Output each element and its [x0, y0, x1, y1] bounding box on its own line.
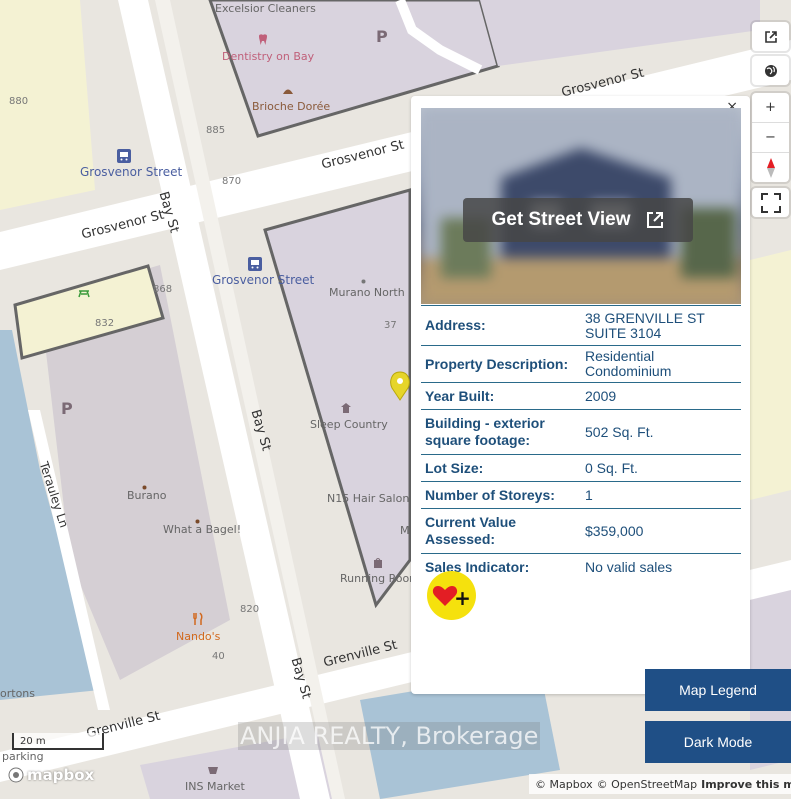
poi-label: Brioche Dorée [252, 100, 331, 113]
poi-label: What a Bagel! [163, 523, 242, 536]
poi-label: Excelsior Cleaners [215, 2, 316, 15]
poi-label: Nando's [176, 630, 221, 643]
parking-icon: P [376, 27, 388, 46]
external-link-icon [764, 30, 777, 43]
poi-label: Burano [127, 489, 167, 502]
row-value: $359,000 [581, 508, 741, 554]
bakery-icon [282, 85, 294, 98]
address-number: 880 [9, 96, 29, 107]
park-area [750, 250, 791, 500]
poi-label: INS Market [185, 780, 245, 793]
shop-icon [340, 402, 352, 417]
street-view-preview[interactable]: Get Street View [421, 108, 741, 304]
row-value: 0 Sq. Ft. [581, 454, 741, 482]
compass-button[interactable] [752, 152, 789, 182]
improve-map-link[interactable]: Improve this map [701, 778, 791, 791]
row-label: Address: [421, 305, 581, 346]
share-control [752, 22, 789, 51]
map-legend-button[interactable]: Map Legend [645, 669, 791, 711]
poi-label: Sleep Country [310, 418, 388, 431]
dot-icon [361, 274, 366, 287]
address-number: 40 [212, 651, 225, 662]
zoom-out-button[interactable]: − [752, 122, 789, 152]
address-number: 820 [240, 604, 260, 615]
table-row: Property Description: Residential Condom… [421, 345, 741, 383]
map-attribution: © Mapbox © OpenStreetMap Improve this ma… [529, 774, 791, 794]
zoom-in-button[interactable]: + [752, 93, 789, 122]
address-number: 870 [222, 176, 242, 187]
row-label: Number of Storeys: [421, 481, 581, 509]
street-view-label: Get Street View [491, 209, 631, 230]
fullscreen-button[interactable] [752, 188, 789, 217]
mapbox-wordmark: mapbox [27, 766, 95, 784]
external-link-button[interactable] [752, 22, 789, 51]
transit-label: Grosvenor Street [212, 273, 315, 287]
mapbox-icon [8, 767, 24, 783]
globe-icon [764, 64, 777, 77]
fullscreen-control [752, 188, 789, 217]
address-number: 37 [384, 320, 397, 331]
table-row: Year Built: 2009 [421, 382, 741, 410]
row-value: 2009 [581, 382, 741, 410]
row-value: 1 [581, 481, 741, 509]
plus-icon: + [454, 585, 471, 610]
parking-icon: P [61, 399, 73, 418]
table-row: Sales Indicator: No valid sales [421, 553, 741, 581]
address-number: 868 [153, 284, 173, 295]
shop-icon [372, 557, 384, 572]
poi-label: parking [2, 750, 44, 763]
osm-attribution-link[interactable]: © OpenStreetMap [597, 778, 698, 791]
property-popup: × Get Street View Address: 38 GRENVILLE … [411, 96, 750, 694]
get-street-view-button[interactable]: Get Street View [463, 198, 693, 242]
tooth-icon [257, 34, 269, 49]
picnic-icon [78, 283, 90, 302]
globe-button[interactable] [752, 56, 789, 85]
table-row: Lot Size: 0 Sq. Ft. [421, 454, 741, 482]
dark-mode-button[interactable]: Dark Mode [645, 721, 791, 763]
row-value: 502 Sq. Ft. [581, 409, 741, 455]
mapbox-attribution-link[interactable]: © Mapbox [535, 778, 593, 791]
poi-label: ortons [0, 687, 35, 700]
table-row: Building - exterior square footage: 502 … [421, 409, 741, 455]
table-row: Current Value Assessed: $359,000 [421, 508, 741, 554]
table-row: Address: 38 GRENVILLE ST SUITE 3104 [421, 305, 741, 346]
row-label: Year Built: [421, 382, 581, 410]
row-label: Current Value Assessed: [421, 508, 581, 554]
address-number: 885 [206, 125, 226, 136]
scale-bar: 20 m [12, 733, 104, 750]
row-value: 38 GRENVILLE ST SUITE 3104 [581, 305, 741, 346]
zoom-control: + − [752, 93, 789, 182]
fullscreen-icon [760, 192, 781, 213]
row-label: Property Description: [421, 345, 581, 383]
table-row: Number of Storeys: 1 [421, 481, 741, 509]
poi-label: Running Room [340, 572, 420, 585]
transit-label: Grosvenor Street [80, 165, 183, 179]
row-label: Lot Size: [421, 454, 581, 482]
add-favorite-button[interactable]: + [427, 571, 476, 620]
shop-icon [207, 764, 219, 779]
property-details-table: Address: 38 GRENVILLE ST SUITE 3104 Prop… [421, 305, 741, 581]
poi-label: Dentistry on Bay [222, 50, 315, 63]
address-number: 832 [95, 318, 115, 329]
restaurant-icon [192, 612, 204, 629]
external-link-icon [646, 212, 663, 228]
mapbox-logo[interactable]: mapbox [8, 766, 94, 784]
poi-label: N15 Hair Salon [327, 492, 410, 505]
row-value: Residential Condominium [581, 345, 741, 383]
poi-label: Murano North [329, 286, 405, 299]
row-value: No valid sales [581, 553, 741, 581]
brokerage-watermark: ANJIA REALTY, Brokerage [238, 722, 541, 750]
row-label: Building - exterior square footage: [421, 409, 581, 455]
compass-icon [766, 157, 775, 178]
globe-control [752, 56, 789, 85]
